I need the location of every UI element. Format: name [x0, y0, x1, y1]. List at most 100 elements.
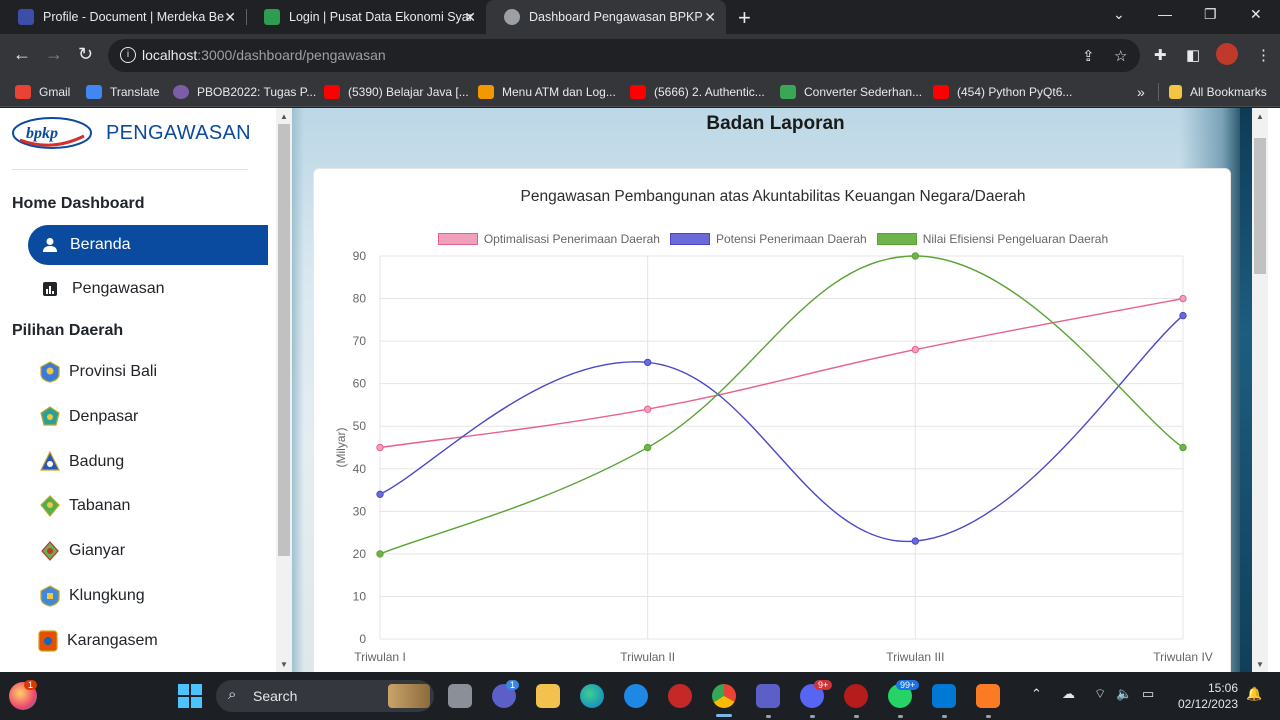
bookmark-authentic[interactable]: (5666) 2. Authentic... [630, 83, 765, 101]
url-text[interactable]: localhost:3000/dashboard/pengawasan [142, 47, 386, 63]
notification-bell-icon[interactable]: 🔔 [1246, 686, 1262, 702]
chrome-icon[interactable] [712, 684, 736, 708]
data-point-series-1-3 [911, 345, 920, 354]
section-pilihan-daerah: Pilihan Daerah [12, 322, 124, 339]
forward-icon[interactable]: → [45, 44, 63, 65]
data-point-series-1-2 [643, 405, 652, 413]
region-klungkung[interactable]: Klungkung [40, 583, 145, 609]
tab-login-pusat-data[interactable]: Login | Pusat Data Ekonomi Syar ✕ [246, 0, 486, 34]
taskbar-search[interactable]: ⌕ Search [216, 680, 434, 712]
data-point-series-2-2 [643, 358, 652, 367]
show-hidden-icons-icon[interactable]: ⌃ [1031, 686, 1042, 702]
file-explorer-icon[interactable] [536, 684, 560, 708]
edge-icon[interactable] [580, 684, 604, 708]
data-point-series-2-3 [911, 537, 920, 545]
cup-icon [780, 85, 796, 99]
youtube-icon [324, 85, 340, 99]
new-tab-icon[interactable]: + [738, 5, 751, 31]
menu-kebab-icon[interactable]: ⋮ [1256, 46, 1271, 64]
bookmark-belajar-java[interactable]: (5390) Belajar Java [... [324, 83, 469, 101]
scroll-up-arrow-icon[interactable]: ▲ [280, 112, 288, 121]
close-tab-icon[interactable]: ✕ [704, 9, 716, 26]
cloud-icon[interactable]: ☁ [1062, 686, 1075, 702]
sidebar-item-pengawasan[interactable]: Pengawasan [28, 269, 268, 309]
close-window-icon[interactable]: ✕ [1250, 6, 1262, 23]
x-tick-label: Triwulan I [354, 650, 406, 664]
help-icon[interactable] [624, 684, 648, 708]
bookmark-label: Gmail [39, 85, 71, 99]
url-path: :3000/dashboard/pengawasan [197, 47, 386, 63]
page-scroll-thumb[interactable] [1254, 138, 1266, 274]
teams-icon[interactable] [756, 684, 780, 708]
scroll-down-arrow-icon[interactable]: ▼ [280, 660, 288, 669]
line-chart: 0 10 20 30 40 50 60 70 80 90 Triwulan I Triwulan II… [334, 249, 1213, 664]
close-tab-icon[interactable]: ✕ [224, 9, 236, 26]
restore-icon[interactable]: ❐ [1204, 6, 1217, 23]
sidebar-scroll-thumb[interactable] [278, 124, 290, 556]
tab-title: Login | Pusat Data Ekonomi Syar [289, 10, 473, 24]
app-red-icon[interactable] [668, 684, 692, 708]
page-scrollbar[interactable]: ▲ ▼ [1252, 108, 1268, 672]
logo-text: bpkp [26, 125, 58, 142]
tab-profile-document[interactable]: Profile - Document | Merdeka Be ✕ [0, 0, 246, 34]
running-indicator [986, 715, 991, 718]
region-label: Karangasem [67, 632, 158, 649]
close-tab-icon[interactable]: ✕ [464, 9, 476, 26]
bookmark-converter[interactable]: Converter Sederhan... [780, 83, 922, 101]
chrome-active-indicator [716, 714, 732, 717]
all-bookmarks[interactable]: All Bookmarks [1158, 83, 1267, 101]
region-karangasem[interactable]: Karangasem [38, 628, 158, 654]
sidebar-item-label: Beranda [70, 236, 131, 253]
profile-avatar[interactable] [1216, 43, 1238, 65]
bookmark-star-icon[interactable]: ☆ [1114, 47, 1127, 65]
running-indicator [766, 715, 771, 718]
sidebar-scrollbar[interactable]: ▲ ▼ [276, 108, 292, 672]
task-view-icon[interactable] [448, 684, 472, 708]
user-icon [40, 237, 60, 253]
region-label: Provinsi Bali [69, 363, 158, 380]
bookmark-python-pyqt6[interactable]: (454) Python PyQt6... [933, 83, 1072, 101]
region-provinsi-bali[interactable]: Provinsi Bali [40, 359, 157, 385]
youtube-icon [630, 85, 646, 99]
system-clock[interactable]: 15:06 02/12/2023 [1168, 680, 1238, 712]
translate-icon [86, 85, 102, 99]
region-denpasar[interactable]: Denpasar [40, 404, 138, 430]
bookmark-label: (5666) 2. Authentic... [654, 85, 765, 99]
address-bar[interactable]: i localhost:3000/dashboard/pengawasan ⇪ … [108, 39, 1140, 72]
app-red-2-icon[interactable] [844, 684, 868, 708]
tab-dashboard-pengawasan[interactable]: Dashboard Pengawasan BPKP ✕ [486, 0, 726, 34]
vscode-icon[interactable] [932, 684, 956, 708]
sidebar-item-beranda[interactable]: Beranda [28, 225, 268, 265]
windows-start-icon[interactable] [178, 684, 202, 708]
bookmark-pbob[interactable]: PBOB2022: Tugas P... [173, 83, 316, 101]
region-gianyar[interactable]: Gianyar [40, 538, 125, 564]
extensions-icon[interactable]: ✚ [1154, 46, 1167, 64]
site-info-icon[interactable]: i [120, 47, 136, 63]
wifi-icon[interactable]: ⌔ [1094, 686, 1106, 702]
bookmark-label: PBOB2022: Tugas P... [197, 85, 317, 99]
main-content: Badan Laporan Pengawasan Pembangunan ata… [292, 108, 1240, 672]
xampp-icon[interactable] [976, 684, 1000, 708]
reload-icon[interactable]: ↻ [78, 44, 93, 65]
tab-favicon-icon [18, 9, 34, 25]
bookmark-translate[interactable]: Translate [86, 83, 160, 101]
bookmark-gmail[interactable]: Gmail [15, 83, 70, 101]
back-icon[interactable]: ← [13, 44, 31, 65]
side-panel-icon[interactable]: ◧ [1186, 46, 1200, 64]
more-bookmarks-icon[interactable]: » [1137, 83, 1145, 101]
scroll-down-arrow-icon[interactable]: ▼ [1256, 660, 1264, 669]
volume-icon[interactable]: 🔈 [1116, 686, 1132, 702]
sidebar-divider [12, 169, 248, 170]
y-tick-label: 90 [353, 249, 367, 263]
share-icon[interactable]: ⇪ [1082, 47, 1095, 65]
region-badung[interactable]: Badung [40, 449, 124, 475]
battery-icon[interactable]: ▭ [1142, 686, 1154, 702]
tab-search-chevron-icon[interactable]: ⌄ [1113, 6, 1125, 23]
taskbar: 1 ⌕ Search 1 9+ 99+ ⌃ ☁ ⌔ 🔈 ▭ 15:06 02/1… [0, 672, 1280, 720]
bookmark-menu-atm[interactable]: Menu ATM dan Log... [478, 83, 616, 101]
bpkp-logo: bpkp [12, 117, 92, 149]
minimize-icon[interactable]: — [1158, 6, 1172, 22]
region-tabanan[interactable]: Tabanan [40, 493, 130, 519]
gianyar-emblem-icon [41, 541, 59, 561]
scroll-up-arrow-icon[interactable]: ▲ [1256, 112, 1264, 121]
